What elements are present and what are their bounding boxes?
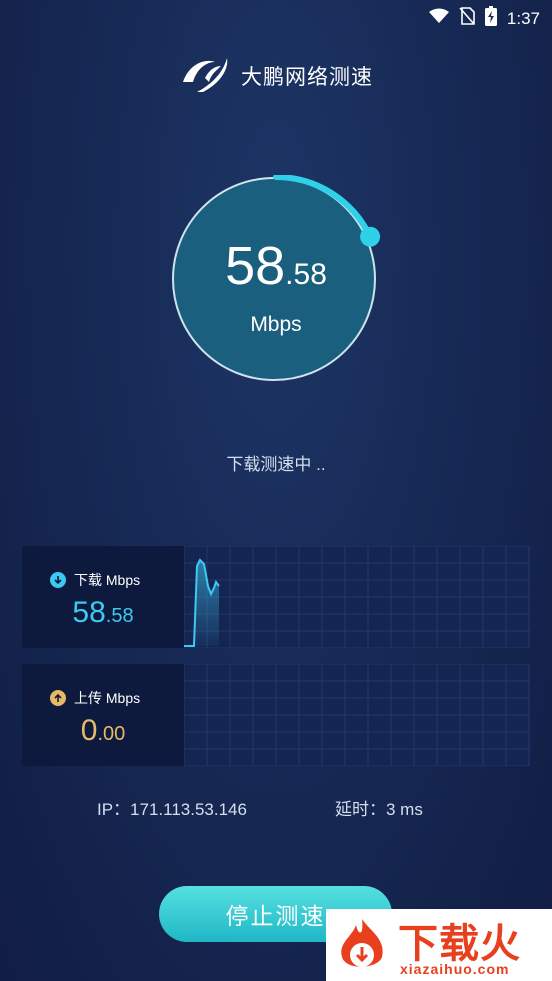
watermark: 下载火 xiazaihuo.com [326,909,552,981]
download-value-dec: .58 [105,605,134,627]
flame-logo-icon [334,917,390,973]
download-speed-graph [183,545,530,649]
download-panel: 下载 Mbps 58.58 [22,545,530,649]
test-status-text: 下载测速中 .. [226,455,326,474]
download-title: 下载 Mbps [50,570,140,590]
download-label: 下载 Mbps [74,572,141,588]
battery-charging-icon [484,6,497,31]
download-graph-area [184,560,219,646]
download-arrow-icon [50,572,66,588]
watermark-url: xiazaihuo.com [400,961,510,977]
latency: 延时：3 ms [335,800,423,819]
gauge-speed-dec: .58 [285,258,327,291]
status-icons: 1:37 [428,6,540,31]
upload-graph [183,663,530,767]
app-header: 大鹏网络测速 [0,52,552,99]
app-logo-icon [179,52,231,99]
status-bar: 1:37 [0,0,552,32]
upload-value-int: 0 [80,714,98,747]
upload-label-box: 上传 Mbps 0.00 [22,664,184,766]
upload-speed-graph [183,663,530,767]
upload-label: 上传 Mbps [74,690,141,706]
no-sim-icon [459,7,475,30]
wifi-icon [428,8,449,29]
app-name: 大鹏网络测速 [241,65,373,89]
gauge-speed-int: 58 [225,236,286,296]
upload-arrow-icon [50,690,66,706]
ip-address: IP：171.113.53.146 [97,800,247,819]
download-graph [183,545,530,649]
speed-gauge: 58.58 Mbps [170,175,382,387]
upload-title: 上传 Mbps [50,688,140,708]
download-value: 58.58 [22,596,184,630]
upload-value: 0.00 [22,714,184,748]
download-label-box: 下载 Mbps 58.58 [22,546,184,648]
gauge-speed-value: 58.58 [170,235,382,297]
status-time: 1:37 [506,8,540,28]
gauge-unit: Mbps [250,313,302,336]
upload-value-dec: .00 [97,723,126,745]
upload-panel: 上传 Mbps 0.00 [22,663,530,767]
download-value-int: 58 [72,596,106,629]
